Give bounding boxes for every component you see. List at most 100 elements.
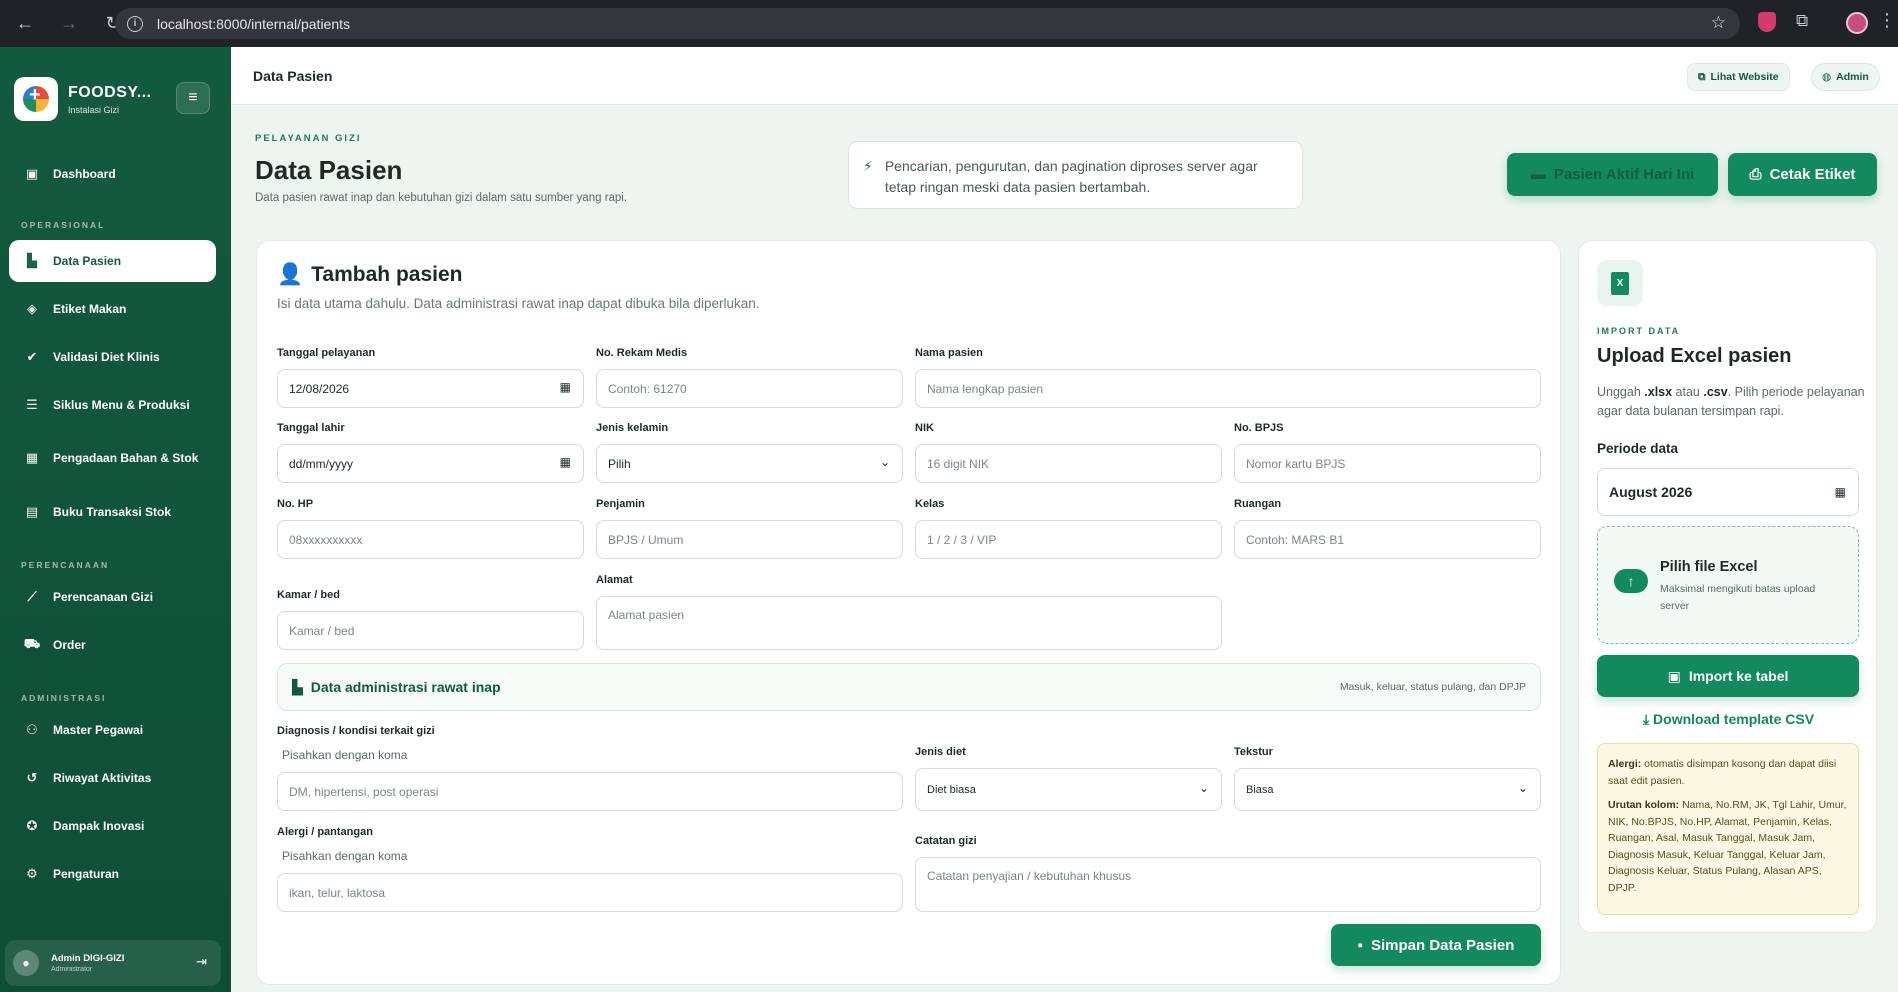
label-nama-pasien: Nama pasien xyxy=(915,347,983,359)
no-hp-input[interactable]: 08xxxxxxxxxx xyxy=(277,520,584,559)
label-alamat: Alamat xyxy=(596,574,633,586)
kelas-input[interactable]: 1 / 2 / 3 / VIP xyxy=(915,520,1222,559)
section-operasional: OPERASIONAL xyxy=(21,220,106,230)
sidebar-item-perencanaan-gizi[interactable]: ⟋ Perencanaan Gizi xyxy=(9,576,216,618)
label-kamar: Kamar / bed xyxy=(277,589,340,601)
back-icon[interactable]: ← xyxy=(14,13,36,34)
extensions-puzzle-icon[interactable]: ⧉ xyxy=(1796,11,1808,31)
add-patient-card: 👤 Tambah pasien Isi data utama dahulu. Da… xyxy=(256,240,1561,985)
history-icon: ↺ xyxy=(26,770,38,785)
sidebar-item-dampak[interactable]: ✪ Dampak Inovasi xyxy=(9,805,216,847)
tanggal-lahir-input[interactable]: dd/mm/yyyy ▦ xyxy=(277,444,584,483)
sidebar-item-etiket-makan[interactable]: ◈ Etiket Makan xyxy=(9,288,216,330)
print-icon: ⎙ xyxy=(1749,166,1762,183)
site-info-icon[interactable]: i xyxy=(127,15,143,32)
forward-icon[interactable]: → xyxy=(58,13,80,34)
import-info-box: Alergi: otomatis disimpan kosong dan dap… xyxy=(1597,743,1859,915)
upload-title: Upload Excel pasien xyxy=(1597,345,1792,367)
page-subtitle: Data pasien rawat inap dan kebutuhan giz… xyxy=(255,192,628,204)
diagnosis-hint: Pisahkan dengan koma xyxy=(282,748,408,762)
calendar-icon[interactable]: ▦ xyxy=(1835,485,1846,499)
catatan-textarea[interactable]: Catatan penyajian / kebutuhan khusus xyxy=(915,857,1541,912)
browser-menu-icon[interactable]: ⋮ xyxy=(1878,10,1896,31)
sidebar-item-dashboard[interactable]: ▣ Dashboard xyxy=(9,153,216,195)
alergi-input[interactable]: ikan, telur, laktosa xyxy=(277,873,903,912)
nama-pasien-input[interactable]: Nama lengkap pasien xyxy=(915,369,1541,408)
jenis-diet-select[interactable]: Diet biasa ⌄ xyxy=(915,768,1222,811)
topbar-title: Data Pasien xyxy=(253,68,333,84)
active-patients-button[interactable]: ▬ Pasien Aktif Hari Ini xyxy=(1507,153,1718,196)
hero-kicker: PELAYANAN GIZI xyxy=(255,133,362,144)
profile-avatar-icon[interactable] xyxy=(1846,12,1868,34)
sidebar-item-buku-transaksi[interactable]: ▤ Buku Transaksi Stok xyxy=(9,491,216,533)
label-no-hp: No. HP xyxy=(277,498,314,510)
external-link-icon: ⧉ xyxy=(1698,70,1706,83)
url-text: localhost:8000/internal/patients xyxy=(157,15,351,32)
download-template-link[interactable]: ⤓ Download template CSV xyxy=(1579,711,1878,728)
bed-icon: ▬ xyxy=(1530,166,1546,183)
upload-excel-card: X IMPORT DATA Upload Excel pasien Unggah… xyxy=(1578,240,1877,933)
section-perencanaan: PERENCANAAN xyxy=(21,560,110,570)
label-tekstur: Tekstur xyxy=(1234,746,1273,758)
no-bpjs-input[interactable]: Nomor kartu BPJS xyxy=(1234,444,1541,483)
sidebar-item-riwayat[interactable]: ↺ Riwayat Aktivitas xyxy=(9,757,216,799)
user-check-icon: ✔ xyxy=(26,349,38,364)
bookmark-star-icon[interactable]: ☆ xyxy=(1711,13,1726,33)
sidebar: FOODSY... Instalasi Gizi ≡ ▣Dashboard OP… xyxy=(0,47,231,992)
sidebar-item-validasi-diet[interactable]: ✔ Validasi Diet Klinis xyxy=(9,336,216,378)
upload-kicker: IMPORT DATA xyxy=(1597,326,1681,336)
calendar-icon[interactable]: ▦ xyxy=(560,380,571,394)
admin-section-toggle[interactable]: ▙ Data administrasi rawat inap Masuk, kel… xyxy=(277,663,1541,711)
tekstur-select[interactable]: Biasa ⌄ xyxy=(1234,768,1541,811)
label-nik: NIK xyxy=(915,422,934,434)
sidebar-item-pengadaan[interactable]: ▦ Pengadaan Bahan & Stok xyxy=(9,437,216,479)
page-title: Data Pasien xyxy=(255,155,403,185)
sidebar-item-data-pasien[interactable]: ▙ Data Pasien xyxy=(9,240,216,282)
brand-logo xyxy=(14,77,58,121)
user-card: ● Admin DIGI-GIZI Administrator ⇥ xyxy=(5,940,221,986)
sidebar-item-master-pegawai[interactable]: ⚇ Master Pegawai xyxy=(9,709,216,751)
save-icon: ▪ xyxy=(1357,936,1363,954)
no-rm-input[interactable]: Contoh: 61270 xyxy=(596,369,903,408)
view-website-button[interactable]: ⧉ Lihat Website xyxy=(1687,63,1790,91)
import-button[interactable]: ▣ Import ke tabel xyxy=(1597,655,1859,697)
jenis-kelamin-select[interactable]: Pilih ⌄ xyxy=(596,444,903,483)
diagnosis-input[interactable]: DM, hipertensi, post operasi xyxy=(277,772,903,811)
section-administrasi: ADMINISTRASI xyxy=(21,693,107,703)
label-tanggal-pelayanan: Tanggal pelayanan xyxy=(277,347,376,359)
server-notice: ⚡ Pencarian, pengurutan, dan pagination … xyxy=(848,141,1303,209)
label-jenis-kelamin: Jenis kelamin xyxy=(596,422,669,434)
sidebar-toggle-button[interactable]: ≡ xyxy=(176,82,210,114)
address-bar[interactable]: i localhost:8000/internal/patients ☆ xyxy=(115,8,1740,39)
label-jenis-diet: Jenis diet xyxy=(915,746,966,758)
drop-title: Pilih file Excel xyxy=(1660,559,1758,575)
gear-icon: ⚙ xyxy=(26,866,38,881)
label-diagnosis: Diagnosis / kondisi terkait gizi xyxy=(277,725,435,737)
topbar: Data Pasien ⧉ Lihat Website ◍ Admin xyxy=(231,47,1898,105)
file-drop-zone[interactable]: ↑ Pilih file Excel Maksimal mengikuti ba… xyxy=(1597,526,1859,644)
extension-shield-icon[interactable] xyxy=(1758,12,1776,32)
tanggal-pelayanan-input[interactable]: 12/08/2026 ▦ xyxy=(277,369,584,408)
alamat-textarea[interactable]: Alamat pasien xyxy=(596,596,1222,650)
kamar-input[interactable]: Kamar / bed xyxy=(277,611,584,650)
calendar-icon[interactable]: ▦ xyxy=(560,455,571,469)
ruangan-input[interactable]: Contoh: MARS B1 xyxy=(1234,520,1541,559)
award-icon: ✪ xyxy=(26,818,38,833)
user-name: Admin DIGI-GIZI xyxy=(51,953,125,964)
label-alergi: Alergi / pantangan xyxy=(277,826,373,838)
sidebar-item-order[interactable]: ⛟ Order xyxy=(9,624,216,666)
print-label-button[interactable]: ⎙ Cetak Etiket xyxy=(1728,153,1877,196)
period-label: Periode data xyxy=(1597,441,1679,456)
penjamin-input[interactable]: BPJS / Umum xyxy=(596,520,903,559)
brand[interactable]: FOODSY... Instalasi Gizi xyxy=(14,77,152,121)
admin-badge[interactable]: ◍ Admin xyxy=(1811,63,1880,91)
user-role: Administrator xyxy=(51,966,93,973)
label-penjamin: Penjamin xyxy=(596,498,645,510)
logout-icon[interactable]: ⇥ xyxy=(196,954,207,970)
period-month-input[interactable]: August 2026 ▦ xyxy=(1597,468,1859,516)
sidebar-item-pengaturan[interactable]: ⚙ Pengaturan xyxy=(9,853,216,895)
save-patient-button[interactable]: ▪ Simpan Data Pasien xyxy=(1331,924,1541,966)
sidebar-item-siklus-menu[interactable]: ☰ Siklus Menu & Produksi xyxy=(9,384,216,426)
book-icon: ▤ xyxy=(25,504,39,519)
nik-input[interactable]: 16 digit NIK xyxy=(915,444,1222,483)
